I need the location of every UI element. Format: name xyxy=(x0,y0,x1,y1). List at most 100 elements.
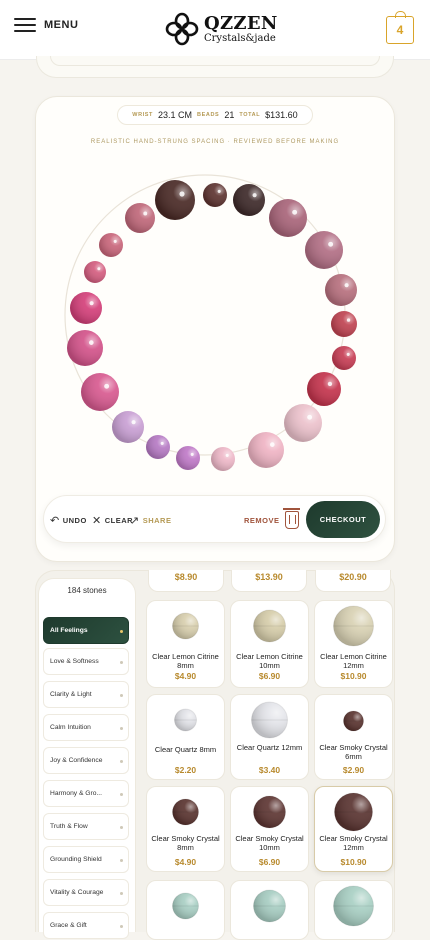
site-logo[interactable]: QZZEN Crystals&jade xyxy=(164,11,278,47)
bead-image xyxy=(253,609,286,643)
filter-dot-icon xyxy=(120,859,123,862)
bead[interactable] xyxy=(325,274,357,306)
total-label: TOTAL xyxy=(239,112,261,118)
filter-label: Joy & Confidence xyxy=(50,757,103,764)
product-tile[interactable]: Clear Lemon Citrine 8mm $4.90 xyxy=(146,600,225,688)
beads-label: BEADS xyxy=(197,112,220,118)
bead[interactable] xyxy=(84,261,106,283)
filter-all-feelings[interactable]: All Feelings xyxy=(43,617,129,644)
filter-label: Love & Softness xyxy=(50,658,99,665)
undo-label: UNDO xyxy=(62,515,87,525)
bead[interactable] xyxy=(284,404,322,442)
bead[interactable] xyxy=(248,432,284,468)
undo-button[interactable]: ↶ UNDO xyxy=(50,511,87,529)
bead[interactable] xyxy=(307,372,341,406)
filter-dot-icon xyxy=(120,661,123,664)
filter-joy-confidence[interactable]: Joy & Confidence xyxy=(43,747,129,774)
product-price: $10.90 xyxy=(340,671,367,681)
clear-button[interactable]: ✕ CLEAR xyxy=(92,511,133,529)
bead-image xyxy=(343,710,364,732)
bead-image xyxy=(172,612,199,640)
bead[interactable] xyxy=(70,292,102,324)
product-tile[interactable] xyxy=(230,880,309,940)
share-button[interactable]: ↗ SHARE xyxy=(130,511,171,529)
filter-label: Truth & Flow xyxy=(50,823,88,830)
filter-love-softness[interactable]: Love & Softness xyxy=(43,648,129,675)
product-price: $6.90 xyxy=(258,671,281,681)
filter-dot-icon xyxy=(120,826,123,829)
product-name: Clear Lemon Citrine 12mm xyxy=(320,652,387,670)
beads-value: 21 xyxy=(224,110,235,120)
checkout-button[interactable]: CHECKOUT xyxy=(306,501,380,538)
filter-label: All Feelings xyxy=(50,627,88,634)
product-tile[interactable]: Clear Smoky Crystal 12mm $10.90 xyxy=(314,786,393,872)
filter-dot-icon xyxy=(120,727,123,730)
filter-grounding-shield[interactable]: Grounding Shield xyxy=(43,846,129,873)
product-tile[interactable]: Clear Smoky Crystal 10mm $6.90 xyxy=(230,786,309,872)
bead[interactable] xyxy=(305,231,343,269)
bead[interactable] xyxy=(331,311,357,337)
filter-label: Clarity & Light xyxy=(50,691,92,698)
bead-image xyxy=(333,605,374,647)
bead[interactable] xyxy=(233,184,265,216)
share-arrow-icon: ↗ xyxy=(130,514,140,527)
bead[interactable] xyxy=(203,183,227,207)
bead[interactable] xyxy=(81,373,119,411)
product-name: Clear Smoky Crystal 10mm xyxy=(235,834,304,852)
previous-card-inner-edge xyxy=(50,56,380,66)
filter-grace-gift[interactable]: Grace & Gift xyxy=(43,912,129,939)
filter-clarity-light[interactable]: Clarity & Light xyxy=(43,681,129,708)
product-tile[interactable]: Clear Quartz 8mm $2.20 xyxy=(146,694,225,780)
bead[interactable] xyxy=(211,447,235,471)
filter-label: Grounding Shield xyxy=(50,856,102,863)
bead[interactable] xyxy=(146,435,170,459)
remove-button[interactable]: REMOVE xyxy=(244,508,300,529)
product-price: $20.90 xyxy=(339,572,367,582)
product-tile[interactable] xyxy=(146,880,225,940)
bracelet-stats: WRIST 23.1 CM BEADS 21 TOTAL $131.60 xyxy=(117,105,313,125)
bead[interactable] xyxy=(112,411,144,443)
bead-image xyxy=(174,708,197,732)
cart-button[interactable]: 4 xyxy=(386,11,414,44)
remove-label: REMOVE xyxy=(244,515,280,525)
spacing-note: REALISTIC HAND-STRUNG SPACING · REVIEWED… xyxy=(90,139,340,145)
product-price: $8.90 xyxy=(174,572,198,582)
filter-label: Grace & Gift xyxy=(50,922,87,929)
product-price: $4.90 xyxy=(174,671,197,681)
filter-label: Harmony & Gro... xyxy=(50,790,103,797)
product-price: $10.90 xyxy=(340,857,367,867)
bead[interactable] xyxy=(155,180,195,220)
logo-knot-icon xyxy=(165,12,199,46)
wrist-label: WRIST xyxy=(132,112,154,118)
logo-tagline: Crystals&jade xyxy=(204,32,276,44)
product-tile[interactable]: Clear Quartz 12mm $3.40 xyxy=(230,694,309,780)
product-tile[interactable]: Clear Lemon Citrine 12mm $10.90 xyxy=(314,600,393,688)
filter-dot-icon xyxy=(120,760,123,763)
stone-count: 184 stones xyxy=(67,586,107,595)
bead[interactable] xyxy=(99,233,123,257)
product-price: $2.20 xyxy=(174,765,197,775)
product-price: $6.90 xyxy=(258,857,281,867)
filter-dot-icon xyxy=(120,630,123,633)
bead-image xyxy=(253,795,286,829)
bead-image xyxy=(172,798,199,826)
product-tile[interactable]: Clear Smoky Crystal 8mm $4.90 xyxy=(146,786,225,872)
bead[interactable] xyxy=(176,446,200,470)
product-name: Clear Lemon Citrine 10mm xyxy=(236,652,303,670)
menu-label: MENU xyxy=(44,19,79,31)
product-tile[interactable]: Clear Smoky Crystal 6mm $2.90 xyxy=(314,694,393,780)
bead[interactable] xyxy=(332,346,356,370)
bead[interactable] xyxy=(125,203,155,233)
product-name: Clear Lemon Citrine 8mm xyxy=(152,652,219,670)
product-tile[interactable] xyxy=(314,880,393,940)
filter-truth-flow[interactable]: Truth & Flow xyxy=(43,813,129,840)
product-tile[interactable]: Clear Lemon Citrine 10mm $6.90 xyxy=(230,600,309,688)
filter-calm-intuition[interactable]: Calm Intuition xyxy=(43,714,129,741)
filter-vitality-courage[interactable]: Vitality & Courage xyxy=(43,879,129,906)
bead[interactable] xyxy=(67,330,103,366)
total-value: $131.60 xyxy=(265,110,298,120)
filter-harmony-gro[interactable]: Harmony & Gro... xyxy=(43,780,129,807)
product-price: $3.40 xyxy=(258,765,281,775)
bead[interactable] xyxy=(269,199,307,237)
menu-button[interactable]: MENU xyxy=(14,18,78,32)
